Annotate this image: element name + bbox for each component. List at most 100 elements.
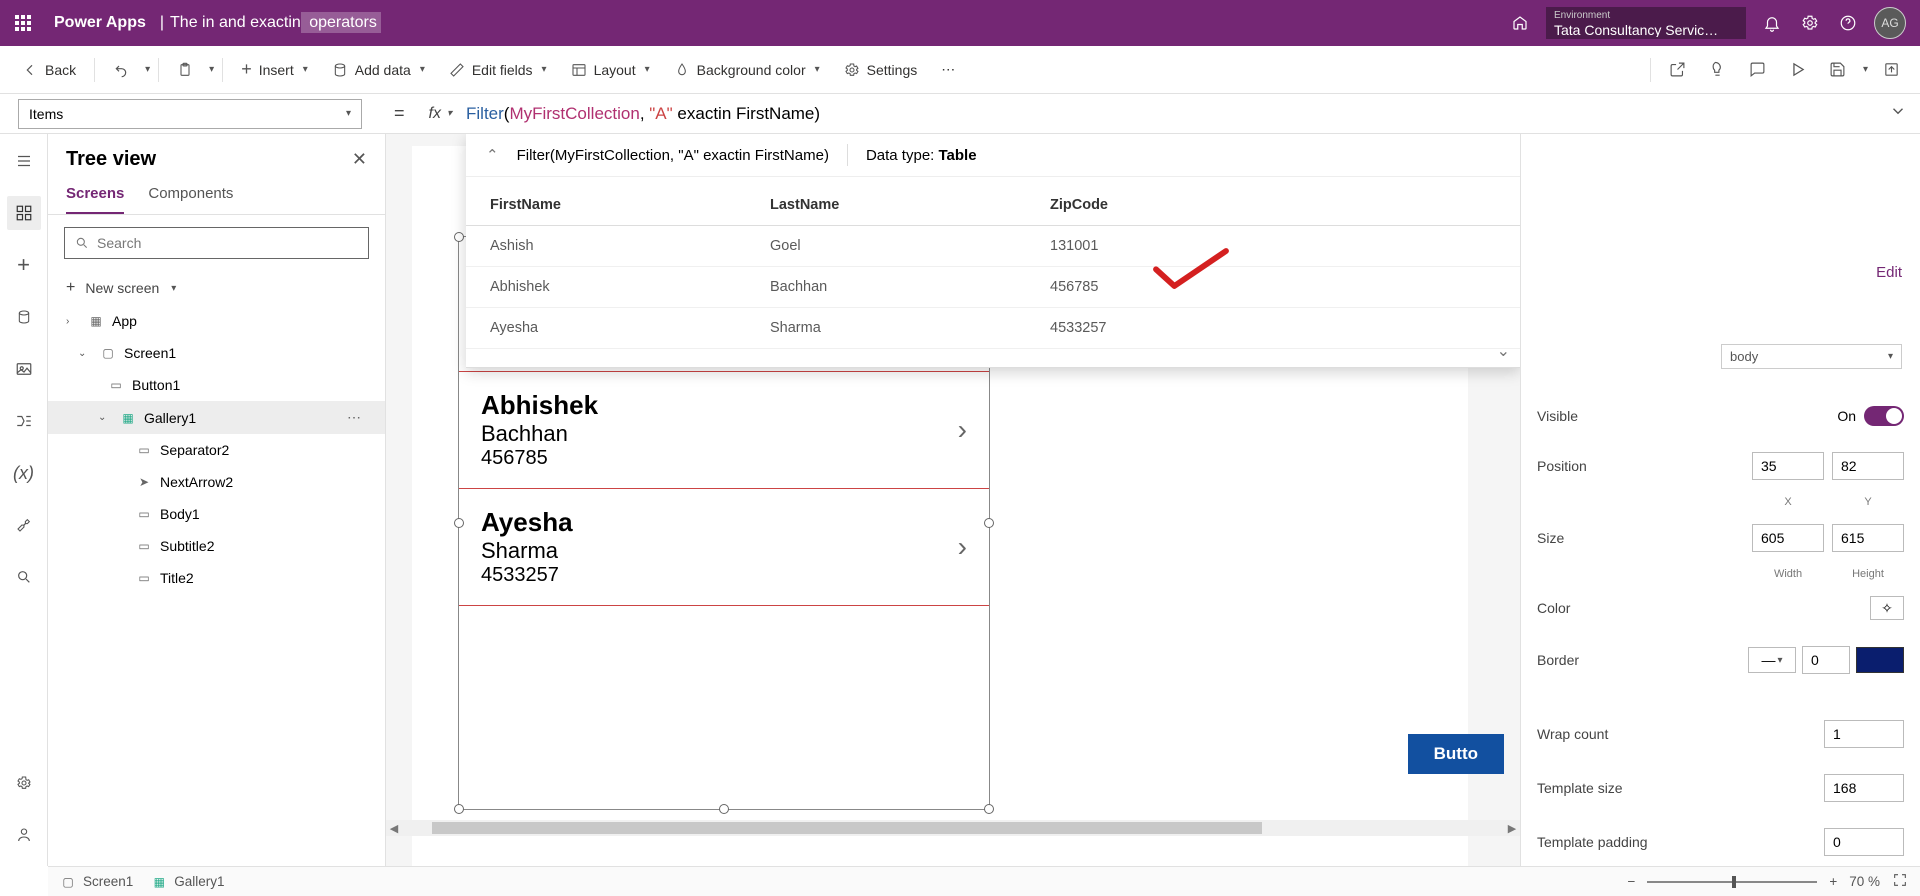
tree-item-body1[interactable]: ▭ Body1 — [48, 498, 385, 530]
tpad-input[interactable] — [1824, 828, 1904, 856]
border-color-swatch[interactable] — [1856, 647, 1904, 673]
gallery-row[interactable]: Ayesha Sharma 4533257 › — [459, 489, 989, 606]
search-rail-icon[interactable] — [7, 560, 41, 594]
environment-icon[interactable] — [1508, 11, 1532, 35]
tree-item-separator2[interactable]: ▭ Separator2 — [48, 434, 385, 466]
tab-components[interactable]: Components — [148, 185, 233, 214]
border-style-picker[interactable]: — ▾ — [1748, 647, 1796, 673]
new-screen-button[interactable]: + New screen ▾ — [48, 271, 385, 305]
horizontal-scrollbar[interactable]: ◀ ▶ — [386, 820, 1520, 836]
ask-rail-icon[interactable] — [7, 818, 41, 852]
wrap-input[interactable] — [1824, 720, 1904, 748]
insert-rail-icon[interactable]: + — [7, 248, 41, 282]
tree-item-screen1[interactable]: ⌄ ▢ Screen1 — [48, 337, 385, 369]
bg-color-button[interactable]: Background color ▾ — [664, 56, 830, 84]
canvas-button[interactable]: Butto — [1408, 734, 1504, 774]
tree-item-gallery1[interactable]: ⌄ ▦ Gallery1 ⋯ — [48, 401, 385, 434]
share-icon[interactable] — [1661, 53, 1695, 87]
environment-picker[interactable]: Environment Tata Consultancy Servic… — [1546, 7, 1746, 39]
gallery-row[interactable]: Abhishek Bachhan 456785 › — [459, 371, 989, 489]
zoom-in-icon[interactable]: + — [1829, 874, 1837, 889]
tree-search-input[interactable]: Search — [64, 227, 369, 259]
notifications-icon[interactable] — [1760, 11, 1784, 35]
gallery-body: 456785 — [481, 447, 598, 470]
user-avatar[interactable]: AG — [1874, 7, 1906, 39]
collapse-icon[interactable]: ⌃ — [486, 146, 499, 164]
edit-link[interactable]: Edit — [1876, 264, 1902, 281]
tools-rail-icon[interactable] — [7, 508, 41, 542]
next-arrow-icon[interactable]: › — [958, 531, 967, 563]
new-screen-label: New screen — [85, 280, 159, 296]
tsize-input[interactable] — [1824, 774, 1904, 802]
settings-gear-icon[interactable] — [1798, 11, 1822, 35]
save-icon[interactable] — [1821, 53, 1855, 87]
pos-x-input[interactable] — [1752, 452, 1824, 480]
breadcrumb-gallery1[interactable]: ▦Gallery1 — [151, 874, 224, 890]
formula-input[interactable]: Filter(MyFirstCollection, "A" exactin Fi… — [462, 104, 1876, 124]
breadcrumb-screen1[interactable]: ▢Screen1 — [60, 874, 133, 890]
waffle-icon[interactable] — [0, 15, 46, 31]
height-input[interactable] — [1832, 524, 1904, 552]
flows-rail-icon[interactable] — [7, 404, 41, 438]
fields-selector[interactable]: body▾ — [1721, 344, 1902, 369]
paste-button[interactable] — [167, 56, 203, 84]
color-swatch[interactable]: ✧ — [1870, 596, 1904, 620]
settings-rail-icon[interactable] — [7, 766, 41, 800]
tab-screens[interactable]: Screens — [66, 185, 124, 214]
result-expand-icon[interactable]: ⌄ — [1497, 341, 1510, 361]
next-arrow-icon[interactable]: › — [958, 414, 967, 446]
checker-icon[interactable] — [1701, 53, 1735, 87]
more-button[interactable]: ⋯ — [931, 55, 967, 84]
zoom-slider[interactable] — [1647, 881, 1817, 883]
pos-y-input[interactable] — [1832, 452, 1904, 480]
insert-button[interactable]: + Insert ▾ — [231, 53, 318, 86]
y-label: Y — [1832, 496, 1904, 508]
hamburger-icon[interactable] — [7, 144, 41, 178]
tree-view-icon[interactable] — [7, 196, 41, 230]
more-icon[interactable]: ⋯ — [347, 409, 375, 426]
paste-chevron[interactable]: ▾ — [209, 64, 214, 75]
width-input[interactable] — [1752, 524, 1824, 552]
tree-item-button1[interactable]: ▭ Button1 — [48, 369, 385, 401]
app-name[interactable]: Power Apps — [46, 14, 154, 32]
close-panel-icon[interactable]: ✕ — [352, 149, 367, 170]
preview-icon[interactable] — [1781, 53, 1815, 87]
save-chevron[interactable]: ▾ — [1863, 64, 1868, 75]
variables-rail-icon[interactable]: (x) — [7, 456, 41, 490]
tree-item-subtitle2[interactable]: ▭ Subtitle2 — [48, 530, 385, 562]
tree-label: App — [112, 313, 137, 329]
screen-icon: ▢ — [100, 345, 116, 361]
bottom-tab-bar: ▢Screen1 ▦Gallery1 − + 70 % — [48, 866, 1920, 896]
prop-border-label: Border — [1537, 652, 1579, 668]
help-icon[interactable] — [1836, 11, 1860, 35]
property-selector[interactable]: Items ▾ — [18, 99, 362, 129]
undo-button[interactable] — [103, 56, 139, 84]
layout-button[interactable]: Layout ▾ — [561, 56, 660, 84]
edit-fields-button[interactable]: Edit fields ▾ — [439, 56, 557, 84]
add-data-button[interactable]: Add data ▾ — [322, 56, 435, 84]
data-rail-icon[interactable] — [7, 300, 41, 334]
title-highlight: operators — [301, 12, 381, 33]
undo-chevron[interactable]: ▾ — [145, 64, 150, 75]
formula-fn: Filter — [466, 104, 504, 123]
tree-item-title2[interactable]: ▭ Title2 — [48, 562, 385, 594]
tree-item-nextarrow2[interactable]: ➤ NextArrow2 — [48, 466, 385, 498]
publish-icon[interactable] — [1874, 53, 1908, 87]
comments-icon[interactable] — [1741, 53, 1775, 87]
back-button[interactable]: Back — [12, 56, 86, 84]
gallery-body: 4533257 — [481, 564, 573, 587]
label-icon: ▭ — [136, 506, 152, 522]
col-lastname: LastName — [770, 197, 1050, 213]
canvas[interactable]: ✎ Abhishek Bachhan 456785 › — [386, 134, 1520, 866]
prop-position-label: Position — [1537, 458, 1587, 474]
border-width-input[interactable] — [1802, 646, 1850, 674]
formula-expand-icon[interactable] — [1876, 102, 1920, 125]
media-rail-icon[interactable] — [7, 352, 41, 386]
settings-button[interactable]: Settings — [834, 56, 928, 84]
zoom-out-icon[interactable]: − — [1627, 874, 1635, 889]
toolbar-separator — [94, 58, 95, 82]
visible-toggle[interactable] — [1864, 406, 1904, 426]
tree-item-app[interactable]: › ▦ App — [48, 305, 385, 337]
fx-icon[interactable]: fx▾ — [419, 105, 462, 123]
fit-screen-icon[interactable] — [1892, 872, 1908, 891]
